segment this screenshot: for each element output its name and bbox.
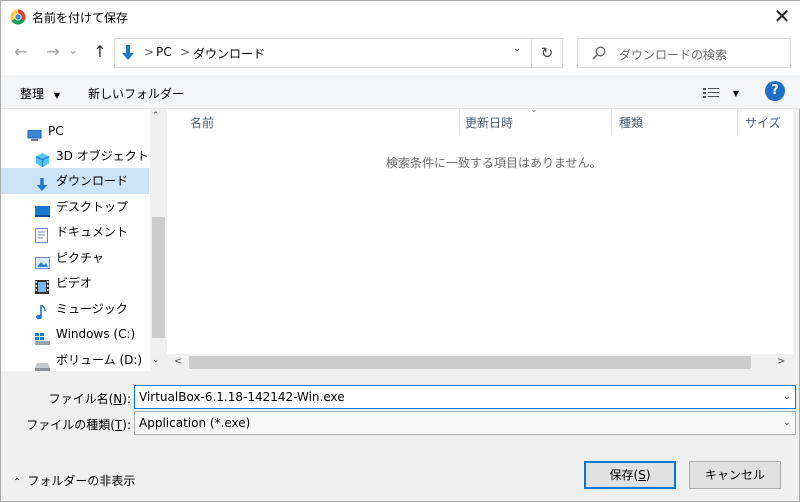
scroll-left-icon[interactable]: < [174,356,182,367]
forward-button[interactable]: → [42,41,64,63]
nav-item-music[interactable]: ミュージック [1,296,149,322]
save-label-suffix: ) [645,468,651,482]
column-divider[interactable] [459,109,460,135]
nav-item-documents[interactable]: ドキュメント [1,219,149,245]
scroll-down-icon[interactable]: ⌄ [152,355,160,365]
close-button[interactable]: ✕ [765,3,799,31]
search-placeholder: ダウンロードの検索 [619,48,728,62]
pictures-icon [35,252,50,269]
refresh-button[interactable]: ↻ [531,38,563,68]
scroll-up-icon[interactable]: ⌃ [152,111,160,121]
chevron-down-icon[interactable]: ⌄ [783,412,791,434]
list-view-icon [703,87,719,99]
column-divider[interactable] [611,109,612,135]
filetype-label-suffix: ): [122,418,131,432]
up-button[interactable]: ↑ [89,41,111,63]
nav-item-drive-d[interactable]: ボリューム (D:) [1,347,149,373]
empty-message: 検索条件に一致する項目はありません。 [386,156,602,170]
breadcrumb-pc[interactable]: PC [156,45,172,59]
column-header-type[interactable]: 種類 [619,109,643,137]
column-header-modified[interactable]: 更新日時 [465,109,513,137]
drive-c-icon [35,328,50,345]
organize-button[interactable]: 整理 ▼ [20,85,60,102]
file-list [167,109,793,371]
caret-down-icon: ▼ [732,89,739,98]
address-bar[interactable]: > PC > ダウンロード ⌄ [114,38,532,68]
chevron-down-icon[interactable]: ⌄ [783,386,791,408]
window-title: 名前を付けて保存 [32,11,129,25]
chevron-up-icon: ⌃ [13,477,22,488]
nav-item-3d-objects[interactable]: 3D オブジェクト [1,143,149,169]
filename-value: VirtualBox-6.1.18-142142-Win.exe [139,390,345,404]
nav-item-desktop[interactable]: デスクトップ [1,194,149,220]
chrome-icon [10,9,26,25]
nav-item-videos[interactable]: ビデオ [1,270,149,296]
save-access-key: S [638,468,646,482]
navpane-scroll-thumb[interactable] [152,217,165,338]
nav-item-label: ピクチャ [56,251,104,265]
help-button[interactable]: ? [765,81,785,101]
pc-icon [27,125,42,141]
title-bar: 名前を付けて保存 ✕ [1,1,800,32]
column-header-size[interactable]: サイズ [745,109,781,137]
filelist-scroll-thumb[interactable] [189,356,751,369]
search-icon [592,46,606,60]
column-header-name[interactable]: 名前 [190,109,214,137]
hide-folders-label: フォルダーの非表示 [27,474,136,488]
videos-icon [35,277,50,294]
save-as-dialog: 名前を付けて保存 ✕ ← → ⌄ ↑ > PC > ダウンロード ⌄ ↻ ダウン… [0,0,800,502]
nav-item-label: ダウンロード [56,174,129,188]
filename-label-suffix: ): [122,392,131,406]
nav-item-downloads[interactable]: ダウンロード [1,168,149,194]
recent-locations-button[interactable]: ⌄ [65,39,81,61]
save-button[interactable]: 保存(S) [584,461,676,489]
documents-icon [35,226,50,243]
cancel-button[interactable]: キャンセル [689,461,781,489]
nav-item-pictures[interactable]: ピクチャ [1,245,149,271]
organize-label: 整理 [20,87,45,101]
drive-d-icon [35,354,50,371]
view-options-button[interactable]: ▼ [703,85,739,99]
3d-objects-icon [35,150,50,167]
breadcrumb-separator: > [144,45,155,59]
nav-item-label: Windows (C:) [56,327,136,341]
search-box[interactable]: ダウンロードの検索 [577,38,791,68]
scroll-right-icon[interactable]: > [777,356,785,367]
download-icon [121,45,135,61]
filetype-label-text: ファイルの種類( [26,418,115,432]
new-folder-button[interactable]: 新しいフォルダー [88,85,184,102]
nav-item-label: PC [48,124,64,138]
nav-item-pc[interactable]: PC [1,118,149,144]
desktop-icon [35,201,50,217]
save-label: 保存( [609,468,639,482]
breadcrumb-separator: > [180,45,191,59]
hide-folders-button[interactable]: ⌃ フォルダーの非表示 [13,472,135,489]
nav-item-label: デスクトップ [56,200,129,214]
address-dropdown-icon[interactable]: ⌄ [513,43,521,54]
nav-item-label: 3D オブジェクト [56,149,149,163]
nav-item-label: ビデオ [56,276,93,290]
nav-item-label: ミュージック [56,302,128,316]
nav-item-label: ドキュメント [56,225,129,239]
filename-label-text: ファイル名( [48,392,114,406]
navigation-pane: PC 3D オブジェクト ダウンロード デスクトップ ドキュメント ピクチャ ビ… [1,109,150,371]
filename-label: ファイル名(N): [21,390,131,407]
back-button[interactable]: ← [10,41,32,63]
nav-item-drive-c[interactable]: Windows (C:) [1,321,149,347]
column-divider[interactable] [737,109,738,135]
caret-down-icon: ▼ [53,91,60,100]
sort-indicator-icon: ⌄ [530,105,538,115]
nav-item-label: ボリューム (D:) [56,353,143,367]
breadcrumb-downloads[interactable]: ダウンロード [193,45,265,62]
filename-access-key: N [113,392,123,406]
filename-input[interactable]: VirtualBox-6.1.18-142142-Win.exe ⌄ [134,385,796,409]
filetype-label: ファイルの種類(T): [21,416,131,433]
filetype-select[interactable]: Application (*.exe) ⌄ [134,411,796,435]
filetype-value: Application (*.exe) [139,416,251,430]
download-icon [35,175,50,192]
music-icon [35,303,50,320]
